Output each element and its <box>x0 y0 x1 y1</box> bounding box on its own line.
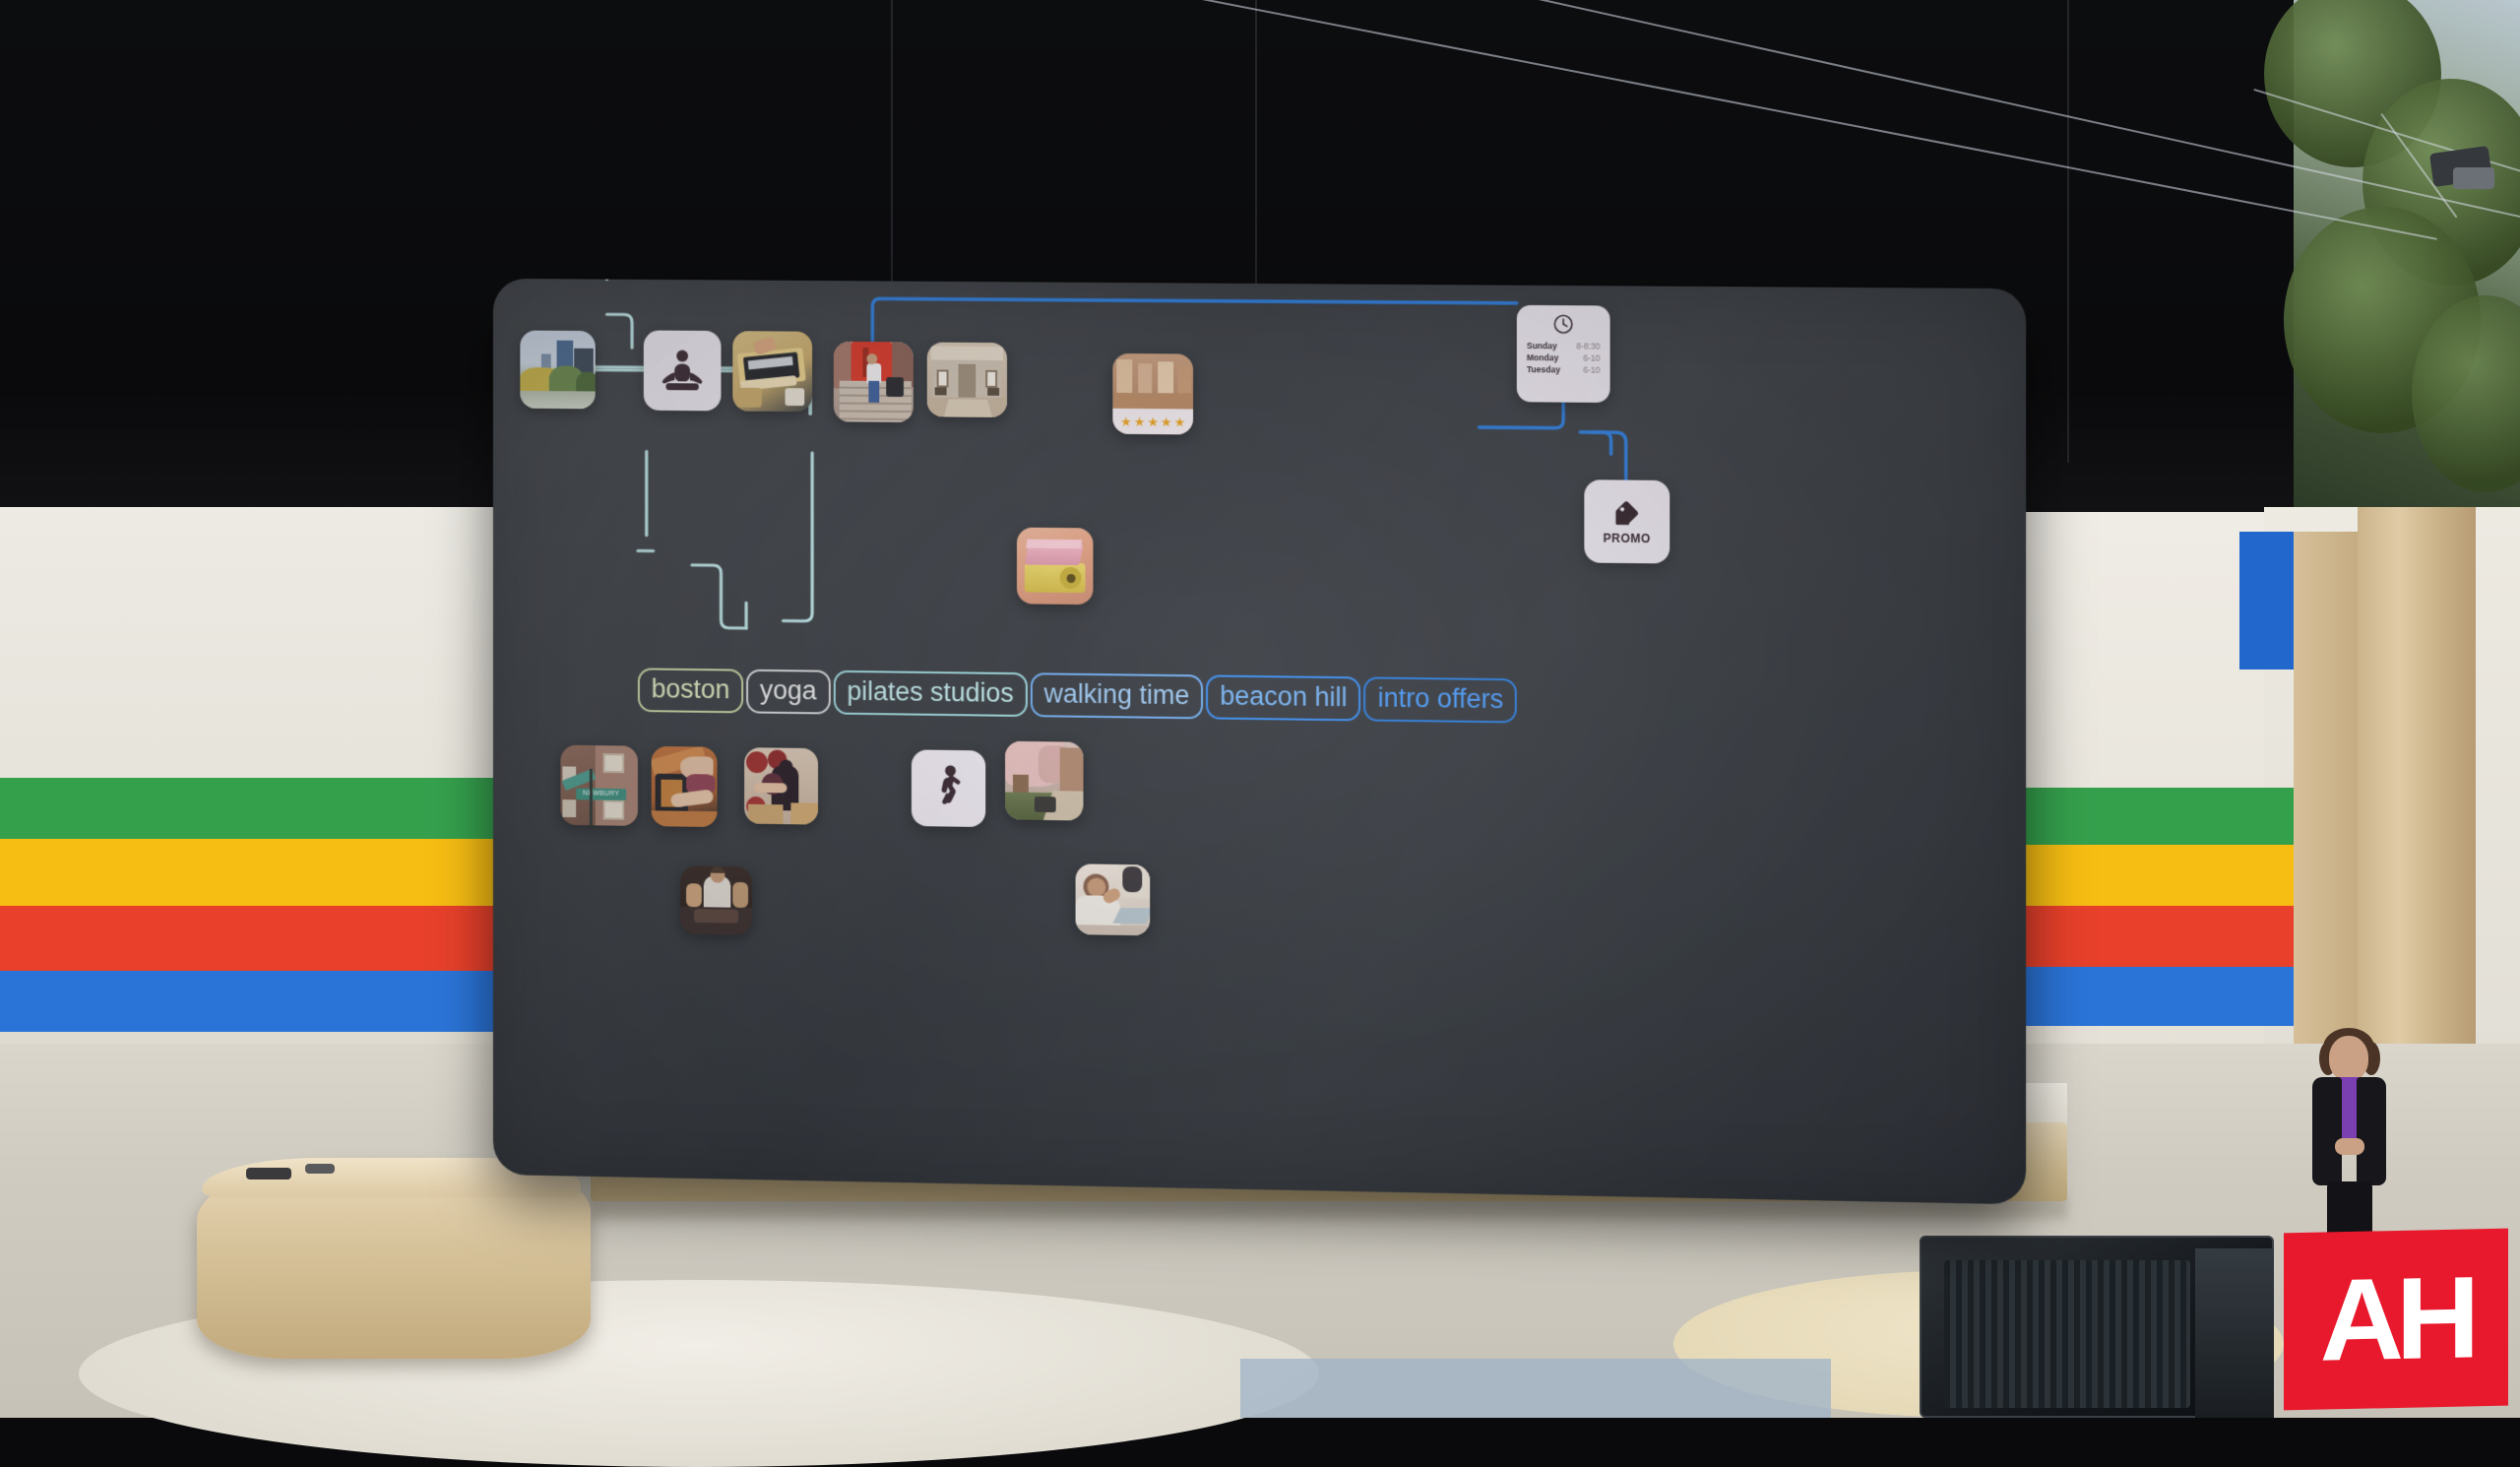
hours-time: 8-8:30 <box>1576 340 1600 351</box>
studio-interior-rating-photo[interactable]: ★ ★ ★ ★ ★ <box>1112 353 1193 435</box>
walking-person-icon-card[interactable] <box>912 749 985 827</box>
chip-label: boston <box>652 673 730 704</box>
chip-intro-offers[interactable]: intro offers <box>1364 676 1518 723</box>
yoga-pose-icon-card[interactable] <box>644 330 722 411</box>
walking-person-icon <box>932 765 966 812</box>
chip-label: pilates studios <box>847 676 1013 708</box>
business-hours-card[interactable]: Sunday 8-8:30 Monday 6-10 Tuesday 6-10 <box>1517 305 1610 403</box>
yoga-class-photo[interactable] <box>680 865 752 935</box>
chip-walking-time[interactable]: walking time <box>1031 672 1204 719</box>
lotus-pose-icon <box>660 349 706 392</box>
chip-pilates-studios[interactable]: pilates studios <box>833 670 1027 717</box>
price-tag-icon <box>1612 498 1642 528</box>
chip-beacon-hill[interactable]: beacon hill <box>1206 674 1360 721</box>
stretch-class-photo[interactable] <box>1076 863 1151 935</box>
hours-time: 6-10 <box>1583 364 1600 376</box>
newbury-street-sign-photo[interactable]: NEWBURY <box>560 745 637 826</box>
star-icon: ★ <box>1147 415 1159 428</box>
pilates-reformer-photo[interactable] <box>732 331 812 412</box>
hours-time: 6-10 <box>1583 352 1600 364</box>
screen-vignette <box>493 279 2026 1205</box>
presentation-screen: ★ ★ ★ ★ ★ Sunday 8-8:30 Monday <box>493 279 2026 1205</box>
chip-label: beacon hill <box>1220 681 1347 713</box>
hours-row: Sunday 8-8:30 <box>1523 340 1605 352</box>
beacon-hill-blossoms-photo[interactable] <box>1005 741 1083 821</box>
speaker-grill <box>1944 1260 2190 1408</box>
query-chips-row: boston yoga pilates studios walking time… <box>638 668 1520 723</box>
clock-icon <box>1552 313 1574 335</box>
chip-boston[interactable]: boston <box>638 668 743 713</box>
boston-skyline-photo[interactable] <box>520 331 595 410</box>
color-band-yellow <box>1998 845 2294 906</box>
color-band-red <box>1998 906 2294 967</box>
hours-row: Tuesday 6-10 <box>1523 363 1605 376</box>
color-band-yellow <box>0 839 522 906</box>
speaker-side-panel <box>2195 1248 2274 1418</box>
rigging-clamp <box>2453 167 2494 189</box>
color-band-green <box>0 778 522 839</box>
red-door-steps-photo[interactable] <box>834 342 914 422</box>
star-icon: ★ <box>1161 415 1172 428</box>
chip-label: intro offers <box>1378 683 1504 715</box>
color-band-blue <box>0 971 522 1032</box>
star-icon: ★ <box>1134 415 1146 427</box>
hours-day: Sunday <box>1527 340 1557 351</box>
rating-strip: ★ ★ ★ ★ ★ <box>1112 409 1193 435</box>
chip-label: yoga <box>760 675 817 706</box>
chip-label: walking time <box>1044 678 1190 710</box>
color-band-blue <box>1998 967 2294 1026</box>
studio-storefront-photo[interactable] <box>927 343 1007 417</box>
connector-lines <box>493 279 2026 1205</box>
color-band-red <box>0 906 522 971</box>
floor-inlay-blue <box>1240 1359 1831 1418</box>
pilates-stretch-photo[interactable] <box>652 746 718 827</box>
chip-yoga[interactable]: yoga <box>746 670 830 715</box>
watermark-logo: AH <box>2284 1229 2508 1411</box>
sky-trees <box>2294 0 2520 512</box>
yoga-mat-block-photo[interactable] <box>1017 528 1094 606</box>
watermark-text: AH <box>2320 1250 2472 1387</box>
podium-object <box>246 1168 291 1180</box>
presenter <box>2296 1034 2404 1250</box>
stage-scene: ★ ★ ★ ★ ★ Sunday 8-8:30 Monday <box>0 0 2520 1418</box>
promo-label: PROMO <box>1604 531 1651 545</box>
screen-glare <box>493 279 2026 1205</box>
podium-object <box>305 1164 335 1174</box>
promo-card[interactable]: PROMO <box>1584 479 1670 563</box>
backdrop-seam <box>2067 0 2069 463</box>
hours-day: Tuesday <box>1527 363 1560 375</box>
color-band-green <box>1998 788 2294 845</box>
hours-day: Monday <box>1527 351 1558 363</box>
star-icon: ★ <box>1174 415 1186 428</box>
pilates-class-photo[interactable] <box>744 747 818 825</box>
hours-row: Monday 6-10 <box>1523 351 1605 364</box>
star-icon: ★ <box>1120 415 1132 427</box>
